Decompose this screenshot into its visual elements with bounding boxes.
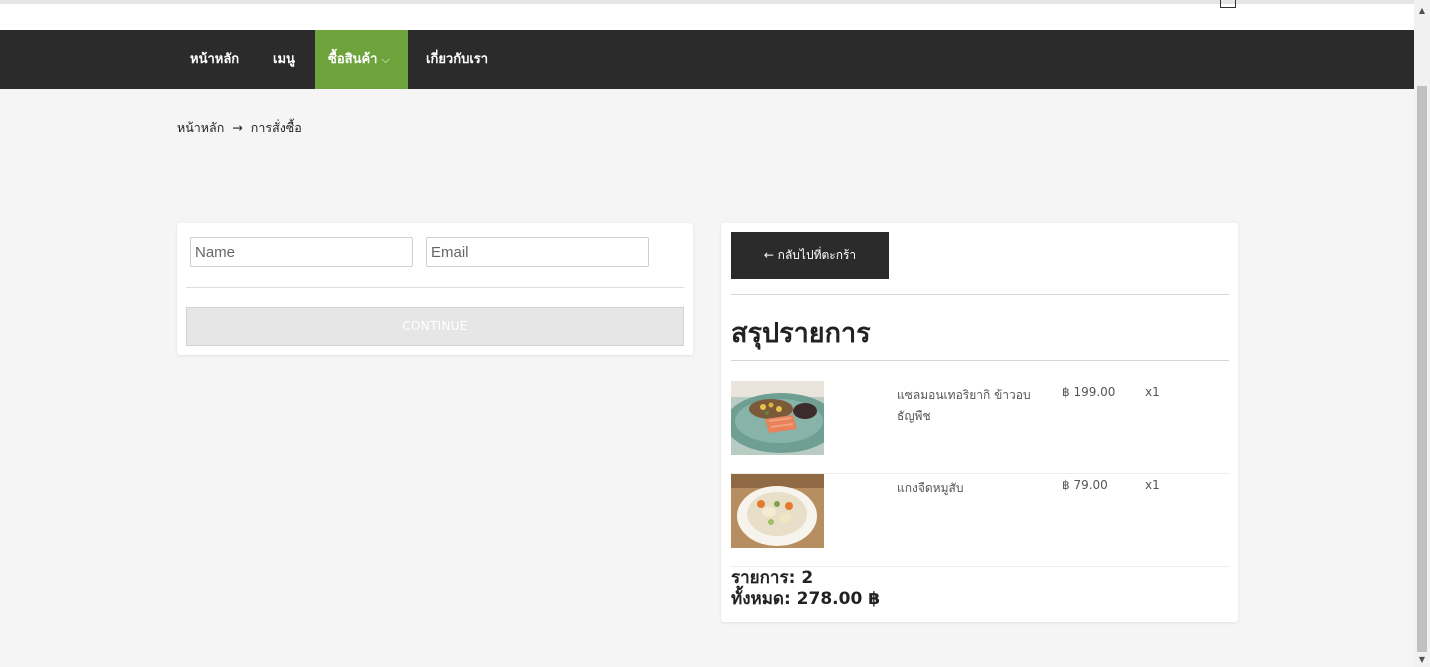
item-quantity: x1: [1145, 478, 1160, 492]
item-name: แซลมอนเทอริยากิ ข้าวอบธัญพืช: [897, 388, 1031, 423]
nav-item-home[interactable]: หน้าหลัก: [177, 30, 252, 89]
item-price: ฿ 79.00: [1062, 478, 1108, 492]
email-input[interactable]: [426, 237, 649, 267]
order-totals: รายการ: 2 ทั้งหมด: 278.00 ฿: [731, 568, 880, 610]
continue-button[interactable]: CONTINUE: [186, 307, 684, 346]
nav-item-about[interactable]: เกี่ยวกับเรา: [413, 30, 501, 89]
nav-item-label: เกี่ยวกับเรา: [426, 52, 489, 67]
list-item: แกงจืดหมูสับ ฿ 79.00 x1: [731, 474, 1229, 567]
divider: [731, 360, 1229, 361]
nav-item-label: เมนู: [273, 52, 295, 67]
scroll-up-icon[interactable]: ▲: [1414, 4, 1430, 18]
customer-info-form: CONTINUE: [177, 223, 693, 355]
divider: [731, 294, 1229, 295]
divider: [186, 287, 684, 288]
item-name: แกงจืดหมูสับ: [897, 481, 964, 495]
arrow-right-icon: →: [232, 120, 243, 135]
chevron-down-icon: ⌵: [381, 53, 390, 66]
divider: [731, 566, 1229, 567]
order-total: ทั้งหมด: 278.00 ฿: [731, 589, 881, 609]
scrollbar-thumb[interactable]: [1417, 86, 1427, 652]
item-quantity: x1: [1145, 385, 1160, 399]
nav-item-label: หน้าหลัก: [190, 52, 240, 67]
item-count: รายการ: 2: [731, 568, 814, 588]
main-navigation: หน้าหลัก เมนู ซื้อสินค้า ⌵ เกี่ยวกับเรา: [0, 30, 1414, 89]
breadcrumb: หน้าหลัก → การสั่งซื้อ: [177, 118, 302, 138]
breadcrumb-current: การสั่งซื้อ: [250, 120, 302, 135]
breadcrumb-home-link[interactable]: หน้าหลัก: [177, 118, 224, 138]
scroll-down-icon[interactable]: ▼: [1414, 653, 1430, 667]
order-summary-card: ← กลับไปที่ตะกร้า สรุปรายการ แซลมอนเทอริ…: [721, 223, 1238, 622]
pork-soup-image: [731, 474, 824, 548]
list-item: แซลมอนเทอริยากิ ข้าวอบธัญพืช ฿ 199.00 x1: [731, 381, 1229, 474]
nav-item-shop[interactable]: ซื้อสินค้า ⌵: [315, 30, 408, 89]
nav-item-menu[interactable]: เมนู: [260, 30, 308, 89]
shopping-bag-icon[interactable]: [1220, 0, 1236, 8]
nav-item-label: ซื้อสินค้า: [328, 52, 378, 67]
top-bar: [0, 0, 1414, 30]
salmon-teriyaki-image: [731, 381, 824, 455]
item-price: ฿ 199.00: [1062, 385, 1116, 399]
name-input[interactable]: [190, 237, 413, 267]
vertical-scrollbar[interactable]: ▲ ▼: [1414, 0, 1430, 667]
back-to-cart-button[interactable]: ← กลับไปที่ตะกร้า: [731, 232, 889, 279]
summary-title: สรุปรายการ: [731, 318, 871, 349]
